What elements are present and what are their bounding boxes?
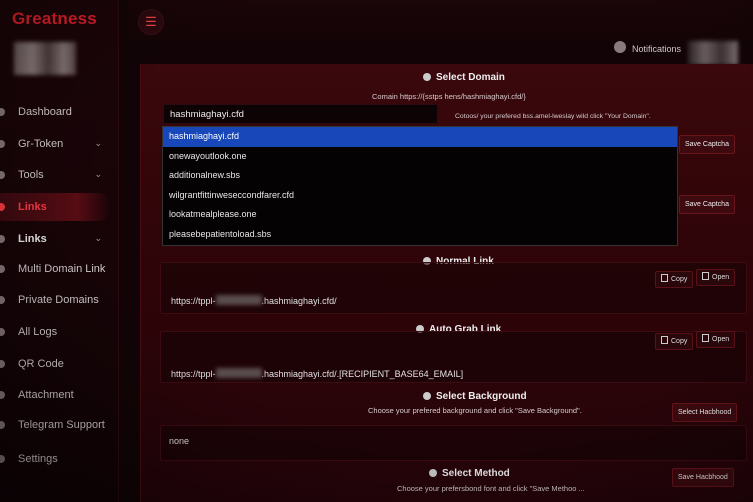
chevron-down-icon: ⌄ xyxy=(94,233,102,243)
paperclip-icon xyxy=(0,391,5,399)
link-icon xyxy=(0,203,5,211)
select-domain-hint: Comain https://{sstps hens/hashmiaghayi.… xyxy=(372,92,526,101)
sidebar-item-label: QR Code xyxy=(18,358,64,370)
background-value: none xyxy=(169,436,190,446)
external-link-icon xyxy=(702,272,709,280)
telegram-icon xyxy=(0,421,5,429)
sidebar-item-label: Tools xyxy=(18,169,44,181)
sidebar-item-label: Links xyxy=(18,233,47,245)
sidebar-item-tools[interactable]: Tools ⌄ xyxy=(0,161,118,189)
dropdown-option[interactable]: wilgrantfittinweseccondfarer.cfd xyxy=(163,186,677,206)
copy-icon xyxy=(661,274,668,282)
select-method-hint: Choose your prefersbond font and click "… xyxy=(397,484,585,493)
domain-dropdown-list[interactable]: hashmiaghayi.cfd onewayoutlook.one addit… xyxy=(162,126,678,246)
image-icon xyxy=(423,392,431,400)
sidebar-item-label: Gr-Token xyxy=(18,138,64,150)
chevron-down-icon: ⌄ xyxy=(94,169,102,179)
sidebar-item-qr-code[interactable]: QR Code xyxy=(0,350,118,378)
save-method-button[interactable]: Save Hacbhood xyxy=(672,468,734,487)
sidebar-item-all-logs[interactable]: All Logs xyxy=(0,318,118,346)
tools-icon xyxy=(0,171,5,179)
sidebar-item-attachment[interactable]: Attachment xyxy=(0,381,118,409)
sidebar-item-private-domains[interactable]: Private Domains xyxy=(0,286,118,314)
brand-logo: Greatness xyxy=(12,9,97,28)
select-method-title: Select Method xyxy=(429,468,510,479)
sidebar-item-label: Dashboard xyxy=(18,106,72,118)
chevron-down-icon: ⌄ xyxy=(94,138,102,148)
select-background-title: Select Background xyxy=(423,391,527,402)
save-captcha-button[interactable]: Save Captcha xyxy=(679,135,735,154)
user-avatar[interactable] xyxy=(688,41,738,65)
sidebar-item-label: Settings xyxy=(18,453,58,465)
globe-icon xyxy=(423,73,431,81)
select-background-hint: Choose your prefered background and clic… xyxy=(368,406,582,415)
select-domain-side-hint: Cotoos/ your prefered bss.amel-lweslay w… xyxy=(455,113,651,120)
token-icon xyxy=(0,140,5,148)
qr-icon xyxy=(0,360,5,368)
bell-icon[interactable] xyxy=(614,41,626,53)
background-select-box[interactable] xyxy=(160,425,747,461)
dropdown-option[interactable]: additionalnew.sbs xyxy=(163,166,677,186)
sidebar-item-label: All Logs xyxy=(18,326,58,338)
external-link-icon xyxy=(702,334,709,342)
dropdown-option[interactable]: hashmiaghayi.cfd xyxy=(163,127,677,147)
copy-button[interactable]: Copy xyxy=(655,333,694,350)
avatar xyxy=(14,42,76,75)
select-domain-title: Select Domain xyxy=(423,72,505,83)
sidebar-item-label: Attachment xyxy=(18,389,74,401)
normal-link-box xyxy=(160,262,747,314)
sidebar-item-label: Links xyxy=(18,201,47,213)
list-icon xyxy=(0,328,5,336)
top-bar xyxy=(128,0,753,40)
open-button[interactable]: Open xyxy=(696,331,736,348)
sidebar-item-links-active[interactable]: Links xyxy=(0,193,110,221)
sidebar-item-label: Multi Domain Link xyxy=(18,263,106,275)
sidebar: Greatness Dashboard Gr-Token ⌄ Tools ⌄ L… xyxy=(0,0,119,502)
copy-button[interactable]: Copy xyxy=(655,271,694,288)
link-icon xyxy=(0,235,5,243)
sidebar-item-telegram-support[interactable]: Telegram Support xyxy=(0,411,118,439)
normal-link-url[interactable]: https://tppl- .hashmiaghayi.cfd/ xyxy=(171,295,337,306)
save-captcha-button-2[interactable]: Save Captcha xyxy=(679,195,735,214)
dropdown-option[interactable]: onewayoutlook.one xyxy=(163,147,677,167)
sidebar-item-multi-domain-link[interactable]: Multi Domain Link xyxy=(0,255,118,283)
select-background-button[interactable]: Select Hacbhood xyxy=(672,403,738,422)
home-icon xyxy=(0,108,5,116)
open-button[interactable]: Open xyxy=(696,269,736,286)
redacted-id xyxy=(215,295,262,305)
sidebar-item-settings[interactable]: Settings xyxy=(0,445,118,473)
auto-grab-url[interactable]: https://tppl- .hashmiaghayi.cfd/.[RECIPIE… xyxy=(171,368,463,379)
sidebar-item-links[interactable]: Links ⌄ xyxy=(0,225,118,253)
sidebar-item-label: Private Domains xyxy=(18,294,99,306)
font-icon xyxy=(429,469,437,477)
sidebar-item-gr-token[interactable]: Gr-Token ⌄ xyxy=(0,130,118,158)
globe-icon xyxy=(0,265,5,273)
dropdown-option[interactable]: pleasebepatientoload.sbs xyxy=(163,225,677,245)
copy-icon xyxy=(661,336,668,344)
gear-icon xyxy=(0,455,5,463)
notifications-link[interactable]: Notifications xyxy=(632,44,681,54)
sidebar-item-dashboard[interactable]: Dashboard xyxy=(0,98,118,126)
redacted-id xyxy=(215,368,262,378)
domain-select[interactable]: hashmiaghayi.cfd xyxy=(163,104,438,124)
dropdown-option[interactable]: lookatmealplease.one xyxy=(163,205,677,225)
sidebar-item-label: Telegram Support xyxy=(18,419,105,431)
lock-icon xyxy=(0,296,5,304)
menu-toggle-button[interactable]: ☰ xyxy=(138,9,164,35)
